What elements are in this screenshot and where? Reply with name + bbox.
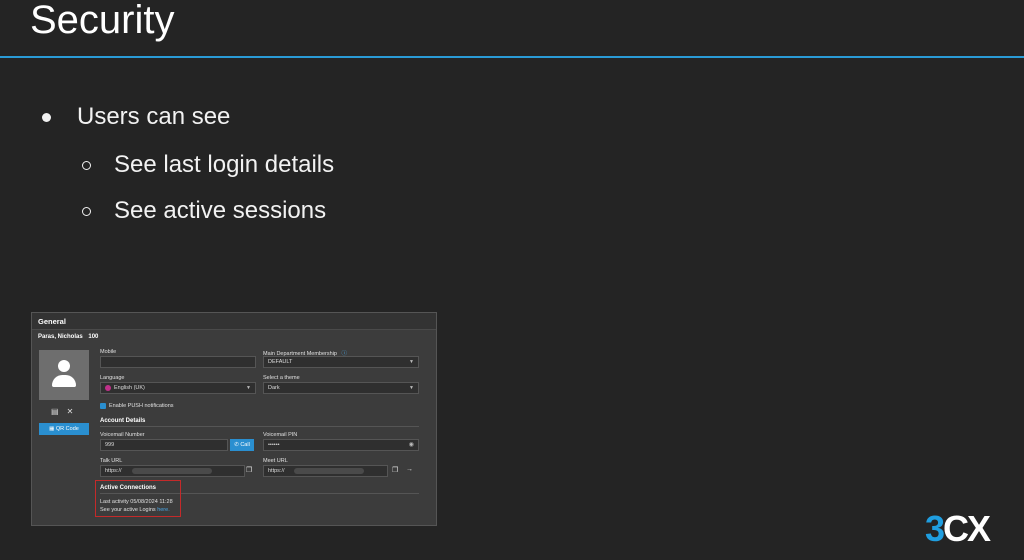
voicemail-number-field[interactable]: 999 bbox=[100, 439, 228, 451]
brand-logo: 3CX bbox=[925, 508, 991, 550]
user-silhouette-body bbox=[52, 375, 76, 387]
bullet-text: Users can see bbox=[77, 103, 231, 130]
push-checkbox[interactable] bbox=[100, 403, 106, 409]
meet-url-value: https:// bbox=[268, 468, 285, 474]
mobile-label: Mobile bbox=[100, 349, 117, 355]
logo-letters: CX bbox=[943, 508, 991, 549]
copy-icon[interactable]: ❐ bbox=[392, 466, 398, 474]
push-label: Enable PUSH notifications bbox=[109, 403, 174, 409]
mobile-field[interactable] bbox=[100, 356, 256, 368]
title-divider bbox=[0, 56, 1024, 58]
qr-code-button[interactable]: ▦ QR Code bbox=[39, 423, 89, 435]
bullet-circle-icon bbox=[82, 161, 91, 170]
user-silhouette-icon bbox=[58, 360, 70, 372]
theme-value: Dark bbox=[268, 385, 280, 391]
chevron-down-icon: ▼ bbox=[409, 385, 414, 391]
language-label: Language bbox=[100, 375, 125, 381]
call-button[interactable]: ✆ Call bbox=[230, 439, 254, 451]
qr-code-label: QR Code bbox=[55, 426, 79, 432]
copy-icon[interactable]: ❐ bbox=[246, 466, 252, 474]
avatar-actions: ▤ ✕ bbox=[51, 407, 81, 416]
close-icon[interactable]: ✕ bbox=[67, 407, 74, 416]
folder-icon[interactable]: ▤ bbox=[51, 407, 59, 416]
language-select[interactable]: English (UK) ▼ bbox=[100, 382, 256, 394]
flag-icon bbox=[105, 384, 111, 391]
talk-url-label: Talk URL bbox=[100, 458, 123, 464]
avatar[interactable] bbox=[39, 350, 89, 400]
voicemail-pin-label: Voicemail PIN bbox=[263, 432, 298, 438]
department-value: DEFAULT bbox=[268, 359, 293, 365]
sub-bullet-text: See last login details bbox=[114, 151, 335, 178]
chevron-down-icon: ▼ bbox=[409, 359, 414, 365]
sub-bullet-text: See active sessions bbox=[114, 197, 327, 224]
redacted-text bbox=[294, 468, 364, 474]
voicemail-pin-value: •••••• bbox=[268, 442, 280, 448]
highlight-box bbox=[95, 480, 181, 517]
user-name: Paras, Nicholas 100 bbox=[38, 334, 98, 340]
open-link-icon[interactable]: → bbox=[406, 466, 413, 473]
user-name-text: Paras, Nicholas bbox=[38, 334, 83, 340]
bullet-dot-icon bbox=[42, 113, 51, 122]
bullet-circle-icon bbox=[82, 207, 91, 216]
account-details-heading: Account Details bbox=[100, 418, 146, 424]
panel-title: General bbox=[38, 317, 66, 326]
voicemail-pin-field[interactable]: •••••• ◉ bbox=[263, 439, 419, 451]
theme-label: Select a theme bbox=[263, 375, 300, 381]
user-extension: 100 bbox=[88, 334, 99, 340]
logo-digit: 3 bbox=[925, 508, 945, 549]
language-value: English (UK) bbox=[114, 385, 145, 391]
embedded-screenshot: General Paras, Nicholas 100 ▤ ✕ ▦ QR Code… bbox=[31, 312, 437, 526]
meet-url-label: Meet URL bbox=[263, 458, 288, 464]
theme-select[interactable]: Dark ▼ bbox=[263, 382, 419, 394]
department-select[interactable]: DEFAULT ▼ bbox=[263, 356, 419, 368]
call-button-label: Call bbox=[240, 442, 250, 448]
slide-title: Security bbox=[30, 0, 175, 42]
chevron-down-icon: ▼ bbox=[246, 385, 251, 391]
section-divider bbox=[100, 426, 419, 427]
redacted-text bbox=[132, 468, 212, 474]
talk-url-value: https:// bbox=[105, 468, 122, 474]
voicemail-number-label: Voicemail Number bbox=[100, 432, 145, 438]
eye-icon[interactable]: ◉ bbox=[409, 440, 414, 450]
panel-header: General bbox=[32, 313, 436, 330]
